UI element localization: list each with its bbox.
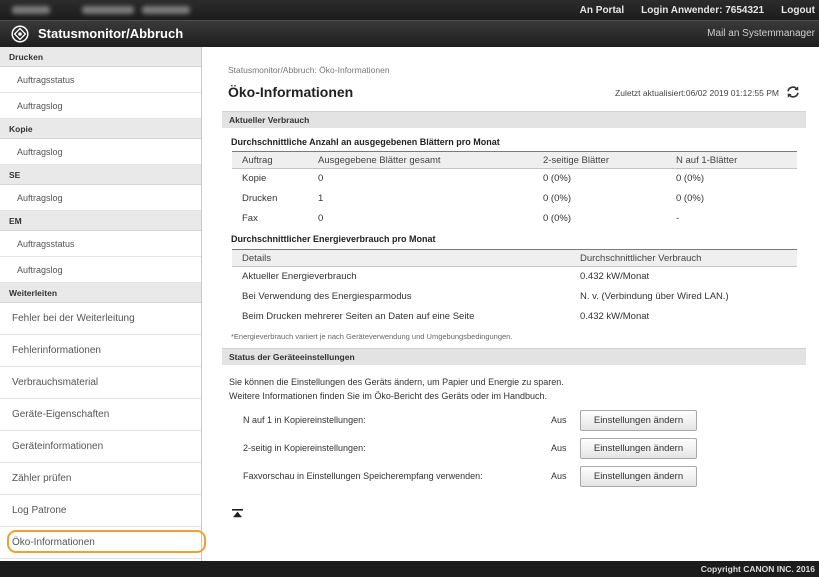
portal-link[interactable]: An Portal (580, 5, 624, 16)
logout-link[interactable]: Logout (781, 5, 815, 16)
sidebar-item-geraete-eigenschaften[interactable]: Geräte-Eigenschaften (0, 399, 201, 431)
table-header-cell: Details (232, 249, 580, 267)
page-title: Öko-Informationen (228, 84, 354, 100)
table-cell: Beim Drucken mehrerer Seiten an Daten au… (242, 311, 475, 322)
sidebar-item-em-auftragsstatus[interactable]: Auftragsstatus (0, 231, 201, 257)
sheets-table: Auftrag Ausgegebene Blätter gesamt 2-sei… (232, 151, 797, 229)
sidebar-item-drucken-auftragslog[interactable]: Auftragslog (0, 93, 201, 119)
table-row: Fax 0 0 (0%) - (232, 209, 797, 229)
setting-value: Aus (551, 443, 567, 453)
sidebar-group-em: EM (0, 211, 201, 231)
table-row: Kopie 0 0 (0%) 0 (0%) (232, 169, 797, 189)
settings-intro-line: Weitere Informationen finden Sie im Öko-… (229, 391, 547, 401)
table-cell: 0 (0%) (543, 193, 571, 204)
sidebar-group-kopie: Kopie (0, 119, 201, 139)
app-title: Statusmonitor/Abbruch (38, 26, 184, 41)
sidebar: Drucken Auftragsstatus Auftragslog Kopie… (0, 47, 206, 561)
sidebar-group-weiterleiten: Weiterleiten (0, 283, 201, 303)
sidebar-item-oeko-informationen[interactable]: Öko-Informationen (0, 527, 206, 559)
sidebar-item-se-auftragslog[interactable]: Auftragslog (0, 185, 201, 211)
table-header-row: Auftrag Ausgegebene Blätter gesamt 2-sei… (232, 151, 797, 169)
mail-system-manager-link[interactable]: Mail an Systemmanager (707, 21, 815, 47)
status-monitor-icon (11, 25, 29, 43)
sheets-per-month-title: Durchschnittliche Anzahl an ausgegebenen… (231, 137, 500, 147)
sidebar-item-drucken-auftragsstatus[interactable]: Auftragsstatus (0, 67, 201, 93)
table-cell: 0 (318, 213, 324, 224)
setting-row-faxvorschau: Faxvorschau in Einstellungen Speicheremp… (203, 466, 819, 487)
sidebar-item-fehlerinformationen[interactable]: Fehlerinformationen (0, 335, 201, 367)
sidebar-group-drucken: Drucken (0, 47, 201, 67)
change-settings-button[interactable]: Einstellungen ändern (580, 438, 697, 459)
table-header-cell: N auf 1-Blätter (676, 151, 797, 169)
table-cell: Drucken (242, 193, 278, 204)
top-links: An Portal Login Anwender: 7654321 Logout (580, 0, 815, 20)
change-settings-button[interactable]: Einstellungen ändern (580, 410, 697, 431)
table-cell: 0 (0%) (543, 213, 571, 224)
setting-value: Aus (551, 471, 567, 481)
sidebar-item-verbrauchsmaterial[interactable]: Verbrauchsmaterial (0, 367, 201, 399)
sidebar-item-kopie-auftragslog[interactable]: Auftragslog (0, 139, 201, 165)
table-row: Aktueller Energieverbrauch 0.432 kW/Mona… (232, 267, 797, 287)
settings-intro: Sie können die Einstellungen des Geräts … (229, 375, 564, 403)
blurred-device-info (0, 0, 200, 20)
table-header-cell: Ausgegebene Blätter gesamt (318, 151, 543, 169)
setting-label: N auf 1 in Kopiereinstellungen: (243, 415, 366, 425)
table-header-cell: Durchschnittlicher Verbrauch (580, 249, 797, 267)
table-cell: Aktueller Energieverbrauch (242, 271, 357, 283)
breadcrumb: Statusmonitor/Abbruch: Öko-Informationen (228, 65, 390, 75)
setting-row-2-seitig: 2-seitig in Kopiereinstellungen: Aus Ein… (203, 438, 819, 459)
sidebar-item-geraeteinformationen[interactable]: Geräteinformationen (0, 431, 201, 463)
settings-intro-line: Sie können die Einstellungen des Geräts … (229, 377, 564, 387)
table-cell: N. v. (Verbindung über Wired LAN.) (580, 291, 729, 302)
sidebar-item-zaehler-pruefen[interactable]: Zähler prüfen (0, 463, 201, 495)
blurred-text-block (82, 6, 134, 14)
table-cell: 0.432 kW/Monat (580, 271, 650, 283)
energy-table: Details Durchschnittlicher Verbrauch Akt… (232, 249, 797, 327)
setting-label: Faxvorschau in Einstellungen Speicheremp… (243, 471, 483, 481)
setting-row-n-auf-1: N auf 1 in Kopiereinstellungen: Aus Eins… (203, 410, 819, 431)
table-cell: Bei Verwendung des Energiesparmodus (242, 291, 412, 302)
sidebar-item-em-auftragslog[interactable]: Auftragslog (0, 257, 201, 283)
last-updated-label: Zuletzt aktualisiert:06/02 2019 01:12:55… (615, 88, 779, 98)
table-cell: 0 (0%) (676, 193, 704, 204)
table-cell: 0.432 kW/Monat (580, 311, 650, 322)
footer: Copyright CANON INC. 2016 (0, 561, 819, 577)
main-content: Statusmonitor/Abbruch: Öko-Informationen… (203, 47, 819, 561)
table-cell: Kopie (242, 173, 267, 185)
change-settings-button[interactable]: Einstellungen ändern (580, 466, 697, 487)
setting-value: Aus (551, 415, 567, 425)
section-device-settings-status: Status der Geräteeinstellungen (222, 348, 806, 365)
table-row: Bei Verwendung des Energiesparmodus N. v… (232, 287, 797, 307)
table-cell: 0 (318, 173, 324, 185)
sidebar-item-log-patrone[interactable]: Log Patrone (0, 495, 201, 527)
table-row: Drucken 1 0 (0%) 0 (0%) (232, 189, 797, 209)
table-header-cell: Auftrag (232, 151, 318, 169)
login-user-label: Login Anwender: 7654321 (641, 4, 765, 16)
table-cell: 1 (318, 193, 324, 204)
table-cell: Fax (242, 213, 258, 224)
table-row: Beim Drucken mehrerer Seiten an Daten au… (232, 307, 797, 327)
table-cell: 0 (0%) (543, 173, 571, 185)
blurred-text-block (142, 6, 190, 14)
table-cell: 0 (0%) (676, 173, 704, 185)
copyright-text: Copyright CANON INC. 2016 (700, 564, 815, 574)
top-bar: An Portal Login Anwender: 7654321 Logout (0, 0, 819, 20)
header-bar: Statusmonitor/Abbruch Mail an Systemmana… (0, 20, 819, 47)
blurred-text-block (12, 6, 50, 14)
table-header-cell: 2-seitige Blätter (543, 151, 676, 169)
table-header-row: Details Durchschnittlicher Verbrauch (232, 249, 797, 267)
refresh-icon[interactable] (785, 85, 801, 99)
energy-per-month-title: Durchschnittlicher Energieverbrauch pro … (231, 234, 436, 244)
back-to-top-icon[interactable] (232, 505, 243, 518)
sidebar-item-fehler-bei-der-weiterleitung[interactable]: Fehler bei der Weiterleitung (0, 303, 201, 335)
sidebar-group-se: SE (0, 165, 201, 185)
setting-label: 2-seitig in Kopiereinstellungen: (243, 443, 366, 453)
energy-footnote: *Energieverbrauch variiert je nach Gerät… (231, 332, 513, 341)
section-current-consumption: Aktueller Verbrauch (222, 111, 806, 128)
table-cell: - (676, 213, 680, 224)
